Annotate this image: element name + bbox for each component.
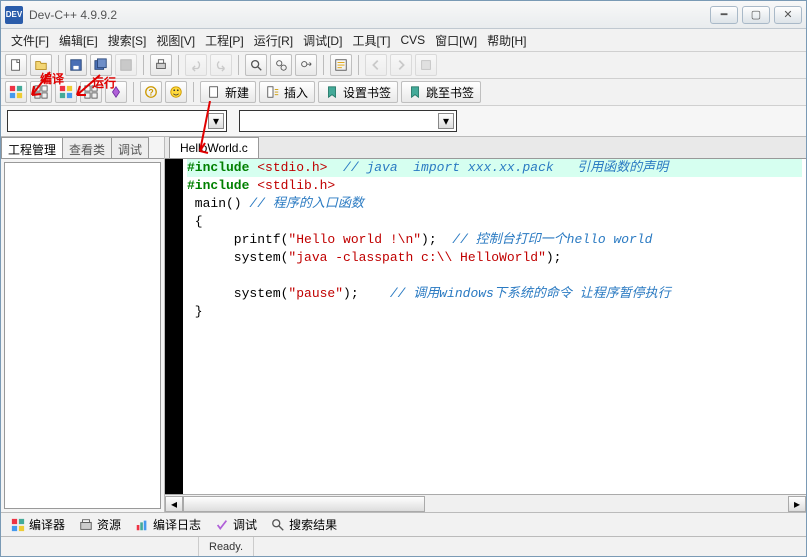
save-icon[interactable]: [65, 54, 87, 76]
file-tab[interactable]: HelloWorld.c: [169, 137, 259, 158]
editor-wrap: HelloWorld.c #include <stdio.h> // java …: [165, 137, 806, 512]
chevron-down-icon: ▾: [208, 113, 224, 129]
project-tree[interactable]: [4, 162, 161, 509]
log-icon: [135, 518, 149, 532]
menu-project[interactable]: 工程[P]: [201, 30, 248, 51]
titlebar: DEV Dev-C++ 4.9.9.2 ━ ▢ ✕: [1, 1, 806, 29]
menu-tools[interactable]: 工具[T]: [348, 30, 394, 51]
print-icon[interactable]: [150, 54, 172, 76]
save-new-icon: [115, 54, 137, 76]
help-icon[interactable]: ?: [140, 81, 162, 103]
goto-bookmark-button[interactable]: 跳至书签: [401, 81, 481, 103]
tab-compiler[interactable]: 编译器: [7, 514, 69, 535]
app-window: DEV Dev-C++ 4.9.9.2 ━ ▢ ✕ 文件[F] 编辑[E] 搜索…: [0, 0, 807, 557]
tab-bottom-debug[interactable]: 调试: [211, 514, 261, 535]
chevron-down-icon: ▾: [438, 113, 454, 129]
left-panel: 工程管理 查看类 调试: [1, 137, 165, 512]
menu-run[interactable]: 运行[R]: [250, 30, 297, 51]
find-icon[interactable]: [245, 54, 267, 76]
status-ready: Ready.: [199, 537, 254, 556]
set-bookmark-button[interactable]: 设置书签: [318, 81, 398, 103]
save-all-icon[interactable]: [90, 54, 112, 76]
search-icon: [271, 518, 285, 532]
compile-icon[interactable]: [5, 81, 27, 103]
compiler-icon: [11, 518, 25, 532]
menubar: 文件[F] 编辑[E] 搜索[S] 视图[V] 工程[P] 运行[R] 调试[D…: [1, 29, 806, 51]
replace-icon[interactable]: [270, 54, 292, 76]
new-file-icon[interactable]: [5, 54, 27, 76]
code-area[interactable]: #include <stdio.h> // java import xxx.xx…: [183, 159, 806, 494]
compile-run-icon[interactable]: [55, 81, 77, 103]
menu-window[interactable]: 窗口[W]: [431, 30, 481, 51]
close-button[interactable]: ✕: [774, 6, 802, 24]
file-tabs: HelloWorld.c: [165, 137, 806, 159]
tab-compile-log[interactable]: 编译日志: [131, 514, 205, 535]
resources-icon: [79, 518, 93, 532]
nav-fwd-icon: [390, 54, 412, 76]
menu-search[interactable]: 搜索[S]: [104, 30, 151, 51]
combo-row: ▾ ▾: [1, 105, 806, 136]
undo-icon: [185, 54, 207, 76]
toolbar-2: ? 新建 插入 设置书签 跳至书签: [1, 78, 806, 105]
scroll-thumb[interactable]: [183, 496, 425, 512]
editor-gutter: [165, 159, 183, 494]
debug-check-icon: [215, 518, 229, 532]
window-title: Dev-C++ 4.9.9.2: [29, 8, 710, 22]
function-combo[interactable]: ▾: [239, 110, 457, 132]
find-next-icon[interactable]: [295, 54, 317, 76]
svg-text:?: ?: [148, 88, 153, 98]
app-icon: DEV: [5, 6, 23, 24]
tab-classes[interactable]: 查看类: [62, 137, 112, 158]
redo-icon: [210, 54, 232, 76]
menu-view[interactable]: 视图[V]: [152, 30, 199, 51]
class-combo[interactable]: ▾: [7, 110, 227, 132]
statusbar: Ready.: [1, 536, 806, 556]
menu-help[interactable]: 帮助[H]: [483, 30, 530, 51]
scroll-left-icon[interactable]: ◂: [165, 496, 183, 512]
minimize-button[interactable]: ━: [710, 6, 738, 24]
debug-icon[interactable]: [105, 81, 127, 103]
tab-debug[interactable]: 调试: [111, 137, 149, 158]
left-tabs: 工程管理 查看类 调试: [1, 137, 164, 159]
menu-cvs[interactable]: CVS: [396, 31, 429, 49]
tab-search-results[interactable]: 搜索结果: [267, 514, 341, 535]
code-editor[interactable]: #include <stdio.h> // java import xxx.xx…: [165, 159, 806, 494]
run-icon[interactable]: [30, 81, 52, 103]
about-icon[interactable]: [165, 81, 187, 103]
toolbar-1: [1, 51, 806, 78]
scroll-right-icon[interactable]: ▸: [788, 496, 806, 512]
new-button[interactable]: 新建: [200, 81, 256, 103]
nav-back-icon: [365, 54, 387, 76]
main-area: 工程管理 查看类 调试 HelloWorld.c #include <stdio…: [1, 136, 806, 512]
rebuild-icon[interactable]: [80, 81, 102, 103]
menu-debug[interactable]: 调试[D]: [299, 30, 346, 51]
goto-line-icon[interactable]: [330, 54, 352, 76]
open-file-icon[interactable]: [30, 54, 52, 76]
status-cell-1: [9, 537, 199, 556]
maximize-button[interactable]: ▢: [742, 6, 770, 24]
horizontal-scrollbar[interactable]: ◂ ▸: [165, 494, 806, 512]
nav-list-icon: [415, 54, 437, 76]
menu-edit[interactable]: 编辑[E]: [55, 30, 102, 51]
tab-resources[interactable]: 资源: [75, 514, 125, 535]
menu-file[interactable]: 文件[F]: [7, 30, 53, 51]
bottom-tabs: 编译器 资源 编译日志 调试 搜索结果: [1, 512, 806, 536]
tab-project[interactable]: 工程管理: [1, 137, 63, 158]
insert-button[interactable]: 插入: [259, 81, 315, 103]
